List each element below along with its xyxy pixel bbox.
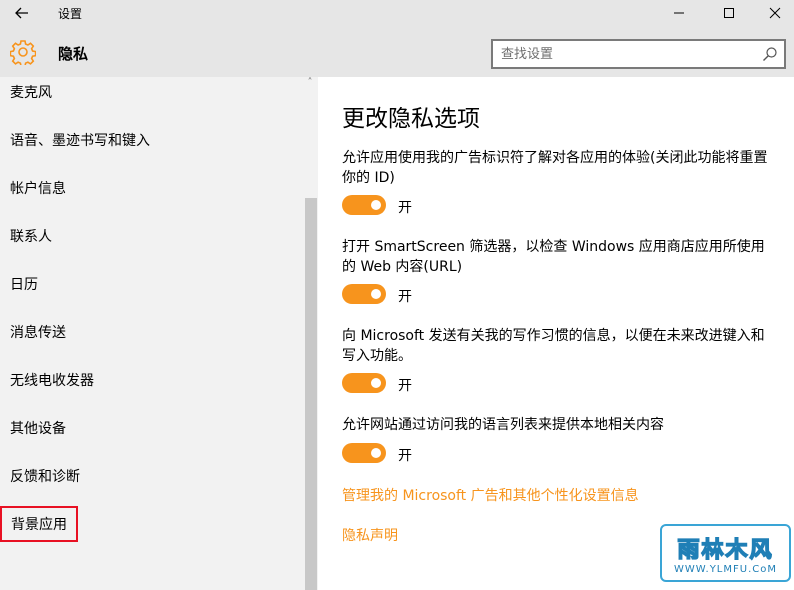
toggle-state-label: 开 — [398, 378, 412, 394]
scroll-up-arrow-icon[interactable]: ˄ — [305, 77, 315, 89]
scrollbar-thumb[interactable] — [305, 198, 317, 590]
maximize-icon — [724, 8, 734, 18]
watermark-text: 雨林木风 — [677, 537, 774, 564]
toggle-knob — [371, 200, 381, 210]
toggle-state-label: 开 — [398, 200, 412, 216]
minimize-button[interactable] — [656, 0, 702, 26]
toggle-state-label: 开 — [398, 448, 412, 464]
setting-description-writing-info: 向 Microsoft 发送有关我的写作习惯的信息，以便在未来改进键入和写入功能… — [342, 328, 765, 364]
sidebar-item-account-info[interactable]: 帐户信息 — [10, 178, 66, 198]
main-content: 更改隐私选项 允许应用使用我的广告标识符了解对各应用的体验(关闭此功能将重置你的… — [318, 77, 794, 590]
window-title: 设置 — [58, 7, 83, 21]
watermark-url: WWW.YLMFU.CoM — [674, 564, 777, 575]
sidebar: ˄ 麦克风 语音、墨迹书写和键入 帐户信息 联系人 日历 消息传送 无线电收发器… — [0, 77, 318, 590]
setting-description-advertising-id: 允许应用使用我的广告标识符了解对各应用的体验(关闭此功能将重置你的 ID) — [342, 150, 768, 186]
toggle-knob — [371, 378, 381, 388]
sidebar-item-radios[interactable]: 无线电收发器 — [10, 370, 94, 390]
close-button[interactable] — [752, 0, 794, 26]
search-box[interactable] — [491, 39, 786, 69]
toggle-state-label: 开 — [398, 289, 412, 305]
maximize-button[interactable] — [706, 0, 752, 26]
search-icon[interactable] — [762, 46, 778, 62]
link-manage-ad-settings[interactable]: 管理我的 Microsoft 广告和其他个性化设置信息 — [342, 485, 639, 505]
toggle-advertising-id[interactable] — [342, 195, 386, 215]
back-button[interactable] — [8, 2, 36, 24]
minimize-icon — [674, 12, 684, 14]
gear-icon — [10, 40, 36, 65]
sidebar-item-background-apps[interactable]: 背景应用 — [0, 506, 78, 542]
title-bar: 设置 — [0, 0, 794, 28]
toggle-smartscreen[interactable] — [342, 284, 386, 304]
page-header: 隐私 — [0, 28, 794, 77]
sidebar-item-other-devices[interactable]: 其他设备 — [10, 418, 66, 438]
toggle-knob — [371, 448, 381, 458]
sidebar-item-microphone[interactable]: 麦克风 — [10, 82, 52, 102]
setting-description-language-list: 允许网站通过访问我的语言列表来提供本地相关内容 — [342, 417, 664, 433]
search-input[interactable] — [501, 44, 751, 64]
setting-description-smartscreen: 打开 SmartScreen 筛选器，以检查 Windows 应用商店应用所使用… — [342, 239, 765, 275]
back-arrow-icon — [15, 7, 28, 19]
link-privacy-statement[interactable]: 隐私声明 — [342, 525, 398, 545]
sidebar-item-speech-inking-typing[interactable]: 语音、墨迹书写和键入 — [10, 130, 150, 150]
close-icon — [769, 7, 781, 19]
toggle-writing-info[interactable] — [342, 373, 386, 393]
watermark-logo: 雨林木风 WWW.YLMFU.CoM — [660, 524, 791, 582]
section-title: 更改隐私选项 — [342, 106, 480, 132]
sidebar-item-contacts[interactable]: 联系人 — [10, 226, 52, 246]
sidebar-item-messaging[interactable]: 消息传送 — [10, 322, 66, 342]
toggle-knob — [371, 289, 381, 299]
page-title: 隐私 — [58, 45, 89, 63]
toggle-language-list[interactable] — [342, 443, 386, 463]
sidebar-item-feedback-diagnostics[interactable]: 反馈和诊断 — [10, 466, 80, 486]
sidebar-item-calendar[interactable]: 日历 — [10, 274, 38, 294]
